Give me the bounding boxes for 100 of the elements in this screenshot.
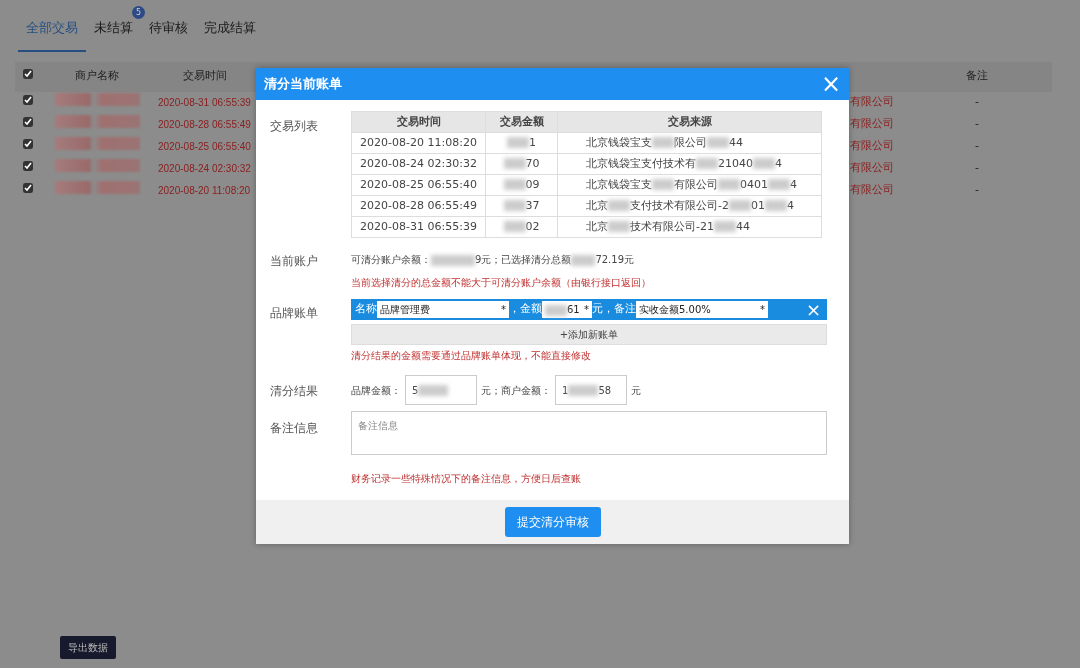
blurred-text	[718, 179, 740, 191]
table-cell-text: 有限公司	[849, 138, 895, 155]
cell-text: 01	[750, 198, 765, 212]
column-header: 交易时间	[182, 68, 228, 85]
blurred-text	[431, 254, 475, 266]
field-label: 清分结果	[270, 383, 319, 400]
field-label: 品牌账单	[270, 305, 319, 322]
field-label: 当前账户	[270, 253, 319, 270]
blurred-text	[608, 221, 630, 233]
row-checkbox[interactable]	[23, 161, 33, 172]
cell-text: 4	[790, 177, 797, 191]
cell-text: 02	[525, 219, 540, 233]
cell-text: 37	[525, 198, 540, 212]
table-cell-text: -	[974, 160, 980, 177]
table-cell: 2020-08-28 06:55:49	[351, 195, 486, 217]
column-header: 商户名称	[74, 68, 120, 85]
cell-text: 北京钱袋宝支付技术有	[586, 156, 696, 170]
column-header: 交易来源	[557, 111, 822, 133]
blurred-text	[507, 137, 529, 149]
input-field[interactable]: 1 58	[555, 375, 627, 405]
table-cell: 2020-08-31 06:55:39	[351, 216, 486, 238]
blurred-text	[768, 179, 790, 191]
input-field[interactable]: 5	[405, 375, 477, 405]
field-value: 实收金额5.00%	[639, 304, 711, 315]
cell-text: 4	[775, 156, 782, 170]
cell-text: 限公司	[674, 135, 707, 149]
cell-text: 44	[729, 135, 743, 149]
table-cell-text: 有限公司	[849, 94, 895, 111]
field-label: 交易列表	[270, 118, 319, 135]
row-checkbox[interactable]	[23, 95, 33, 106]
blurred-text	[503, 179, 526, 191]
blurred-text	[608, 200, 630, 212]
row-checkbox[interactable]	[23, 117, 33, 128]
cell-text: 有限公司	[674, 177, 718, 191]
blurred-text	[545, 304, 567, 316]
export-button[interactable]: 导出数据	[60, 636, 116, 659]
cell-text: 北京	[586, 198, 608, 212]
cell-text: 44	[735, 219, 750, 233]
blurred-text	[713, 221, 736, 233]
remove-button[interactable]: ×	[799, 300, 827, 319]
cell-text: 4	[786, 198, 794, 212]
input-field[interactable]: 品牌管理费 *	[377, 301, 509, 318]
table-cell-text: 2020-08-25 06:55:40	[157, 140, 252, 154]
blurred-text	[728, 200, 751, 212]
field-label: 元	[631, 383, 641, 398]
cell-text: 70	[525, 156, 540, 170]
table-cell-text: -	[974, 94, 980, 111]
count-badge: 5	[132, 6, 145, 19]
field-label: 品牌金额：	[351, 383, 401, 398]
table-cell-text: 有限公司	[849, 116, 895, 133]
field-value: 5	[412, 383, 419, 398]
blurred-text	[652, 179, 674, 191]
table-cell-text: 2020-08-31 06:55:39	[157, 96, 252, 110]
select-all-checkbox[interactable]	[23, 69, 33, 80]
table-cell-text: -	[974, 116, 980, 133]
tab[interactable]: 完成结算	[196, 14, 264, 52]
row-checkbox[interactable]	[23, 139, 33, 150]
field-value: 58	[598, 383, 612, 398]
blurred-text	[571, 254, 596, 266]
blurred-text	[753, 158, 775, 170]
table-cell-text: -	[974, 138, 980, 155]
add-bill-button[interactable]: +添加新账单	[351, 324, 827, 345]
table-cell-text: 2020-08-28 06:55:49	[157, 118, 252, 132]
blurred-text	[707, 137, 729, 149]
table-cell-text: 有限公司	[849, 182, 895, 199]
account-text: 可清分账户余额：	[351, 254, 431, 265]
field-label: 元，备注	[592, 301, 636, 318]
dialog-title: 清分当前账单	[264, 75, 342, 94]
required-mark: *	[760, 303, 765, 317]
hint-text: 当前选择清分的总金额不能大于可清分账户余额（由银行接口返回）	[351, 276, 652, 290]
field-value: 61	[567, 304, 580, 315]
table-cell: 2020-08-25 06:55:40	[351, 174, 486, 196]
cell-text: 北京	[586, 219, 608, 233]
required-mark: *	[501, 303, 506, 317]
blurred-text	[503, 200, 526, 212]
column-header: 交易时间	[351, 111, 486, 133]
cell-text: 09	[525, 177, 540, 191]
cell-text: 北京钱袋宝支	[586, 135, 652, 149]
blurred-text	[503, 158, 526, 170]
field-value: 1	[562, 383, 569, 398]
table-cell-text: 2020-08-20 11:08:20	[157, 184, 252, 198]
input-field[interactable]: 61 *	[542, 301, 592, 318]
table-cell-text: 2020-08-24 02:30:32	[157, 162, 252, 176]
blurred-text	[764, 200, 787, 212]
field-label: 元；商户金额：	[481, 383, 551, 398]
blurred-text	[568, 384, 599, 396]
row-checkbox[interactable]	[23, 183, 33, 194]
input-field[interactable]: 实收金额5.00% *	[636, 301, 768, 318]
blurred-text	[503, 221, 526, 233]
account-text: 72.19元	[595, 254, 634, 265]
account-text: 9元；已选择清分总额	[475, 254, 572, 265]
cell-text: 北京钱袋宝支	[586, 177, 652, 191]
table-cell-text: 有限公司	[849, 160, 895, 177]
column-header: 备注	[965, 68, 989, 85]
blurred-text	[652, 137, 674, 149]
notes-field[interactable]: 备注信息	[351, 411, 827, 455]
cell-text: 0401	[740, 177, 768, 191]
field-label: 备注信息	[270, 420, 319, 437]
cell-text: 21040	[718, 156, 753, 170]
field-label: ，金额	[509, 301, 542, 318]
